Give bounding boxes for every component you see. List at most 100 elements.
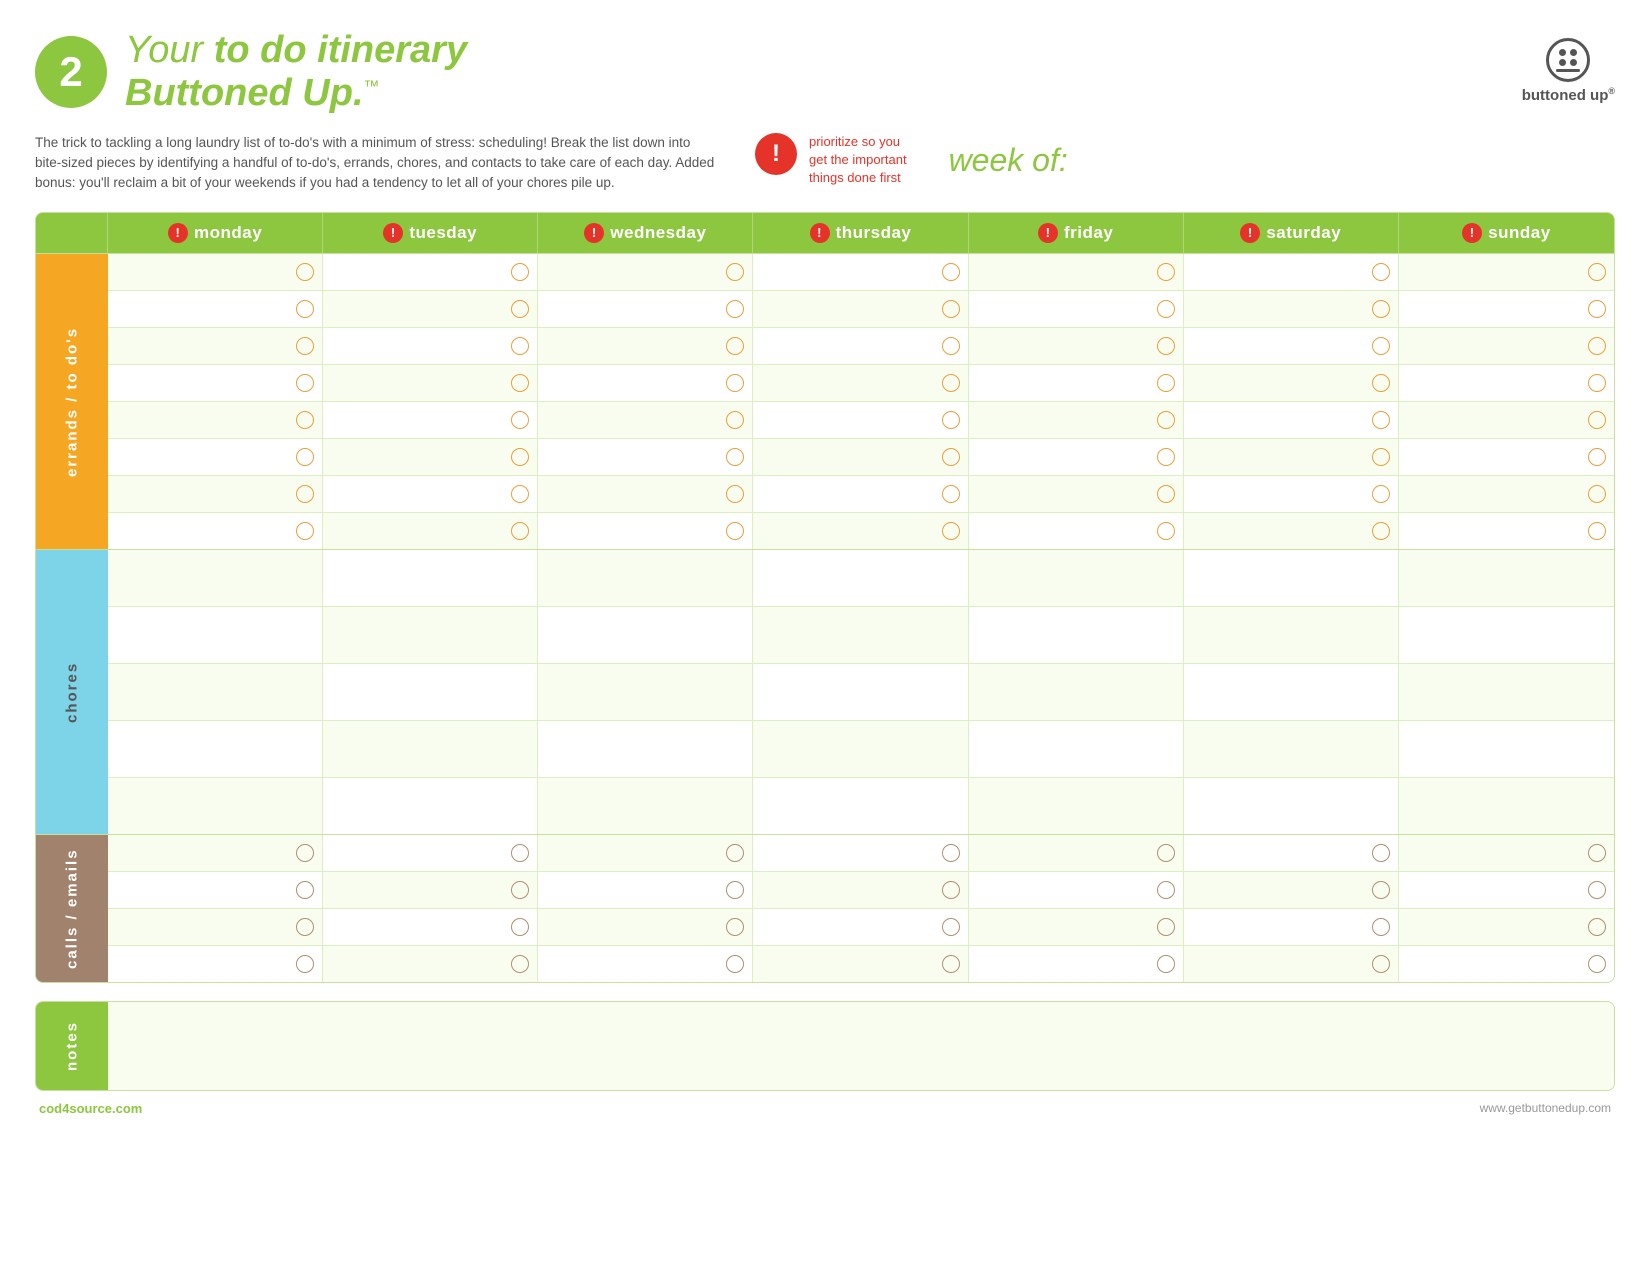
checkbox[interactable] — [1372, 844, 1390, 862]
cell — [538, 946, 753, 982]
logo-dot — [1570, 49, 1577, 56]
checkbox[interactable] — [296, 374, 314, 392]
cell — [1399, 664, 1614, 720]
checkbox[interactable] — [942, 918, 960, 936]
checkbox[interactable] — [1372, 374, 1390, 392]
checkbox[interactable] — [511, 374, 529, 392]
cell — [969, 402, 1184, 438]
cell — [323, 476, 538, 512]
checkbox[interactable] — [296, 881, 314, 899]
checkbox[interactable] — [726, 881, 744, 899]
checkbox[interactable] — [1157, 300, 1175, 318]
checkbox[interactable] — [1372, 448, 1390, 466]
checkbox[interactable] — [296, 263, 314, 281]
checkbox[interactable] — [296, 300, 314, 318]
checkbox[interactable] — [726, 955, 744, 973]
cell — [538, 550, 753, 606]
checkbox[interactable] — [726, 844, 744, 862]
checkbox[interactable] — [296, 448, 314, 466]
cell — [1399, 872, 1614, 908]
checkbox[interactable] — [1157, 411, 1175, 429]
checkbox[interactable] — [1372, 411, 1390, 429]
checkbox[interactable] — [942, 881, 960, 899]
checkbox[interactable] — [1588, 918, 1606, 936]
checkbox[interactable] — [1372, 881, 1390, 899]
checkbox[interactable] — [511, 448, 529, 466]
checkbox[interactable] — [296, 844, 314, 862]
checkbox[interactable] — [1157, 918, 1175, 936]
cell — [538, 513, 753, 549]
cell — [323, 835, 538, 871]
checkbox[interactable] — [1157, 844, 1175, 862]
checkbox[interactable] — [726, 374, 744, 392]
checkbox[interactable] — [942, 448, 960, 466]
checkbox[interactable] — [511, 522, 529, 540]
checkbox[interactable] — [942, 374, 960, 392]
exclaim-icon: ! — [1462, 223, 1482, 243]
checkbox[interactable] — [726, 448, 744, 466]
checkbox[interactable] — [511, 300, 529, 318]
checkbox[interactable] — [511, 955, 529, 973]
checkbox[interactable] — [726, 263, 744, 281]
checkbox[interactable] — [511, 918, 529, 936]
checkbox[interactable] — [1372, 955, 1390, 973]
checkbox[interactable] — [726, 485, 744, 503]
checkbox[interactable] — [1588, 411, 1606, 429]
checkbox[interactable] — [1157, 522, 1175, 540]
cell — [1184, 835, 1399, 871]
checkbox[interactable] — [1588, 300, 1606, 318]
checkbox[interactable] — [1588, 448, 1606, 466]
checkbox[interactable] — [1157, 263, 1175, 281]
checkbox[interactable] — [1157, 955, 1175, 973]
table-row — [108, 721, 1614, 778]
checkbox[interactable] — [1157, 337, 1175, 355]
cell — [753, 872, 968, 908]
checkbox[interactable] — [726, 411, 744, 429]
checkbox[interactable] — [1372, 263, 1390, 281]
checkbox[interactable] — [726, 522, 744, 540]
checkbox[interactable] — [942, 411, 960, 429]
checkbox[interactable] — [1372, 918, 1390, 936]
checkbox[interactable] — [296, 485, 314, 503]
checkbox[interactable] — [1588, 522, 1606, 540]
checkbox[interactable] — [1372, 522, 1390, 540]
checkbox[interactable] — [296, 955, 314, 973]
checkbox[interactable] — [942, 844, 960, 862]
checkbox[interactable] — [726, 300, 744, 318]
checkbox[interactable] — [1588, 955, 1606, 973]
cell — [108, 835, 323, 871]
checkbox[interactable] — [942, 263, 960, 281]
checkbox[interactable] — [1588, 844, 1606, 862]
checkbox[interactable] — [1372, 300, 1390, 318]
checkbox[interactable] — [296, 522, 314, 540]
checkbox[interactable] — [296, 337, 314, 355]
notes-content[interactable] — [108, 1002, 1614, 1090]
checkbox[interactable] — [296, 411, 314, 429]
checkbox[interactable] — [511, 263, 529, 281]
checkbox[interactable] — [726, 918, 744, 936]
checkbox[interactable] — [511, 411, 529, 429]
checkbox[interactable] — [1157, 881, 1175, 899]
checkbox[interactable] — [1588, 881, 1606, 899]
checkbox[interactable] — [296, 918, 314, 936]
checkbox[interactable] — [1588, 337, 1606, 355]
checkbox[interactable] — [1157, 448, 1175, 466]
checkbox[interactable] — [1588, 374, 1606, 392]
checkbox[interactable] — [511, 881, 529, 899]
checkbox[interactable] — [1372, 337, 1390, 355]
checkbox[interactable] — [942, 485, 960, 503]
checkbox[interactable] — [942, 522, 960, 540]
cell — [969, 835, 1184, 871]
checkbox[interactable] — [942, 300, 960, 318]
checkbox[interactable] — [942, 337, 960, 355]
checkbox[interactable] — [1157, 374, 1175, 392]
checkbox[interactable] — [1588, 263, 1606, 281]
checkbox[interactable] — [511, 844, 529, 862]
checkbox[interactable] — [511, 337, 529, 355]
checkbox[interactable] — [942, 955, 960, 973]
checkbox[interactable] — [1372, 485, 1390, 503]
checkbox[interactable] — [1588, 485, 1606, 503]
checkbox[interactable] — [726, 337, 744, 355]
checkbox[interactable] — [511, 485, 529, 503]
checkbox[interactable] — [1157, 485, 1175, 503]
